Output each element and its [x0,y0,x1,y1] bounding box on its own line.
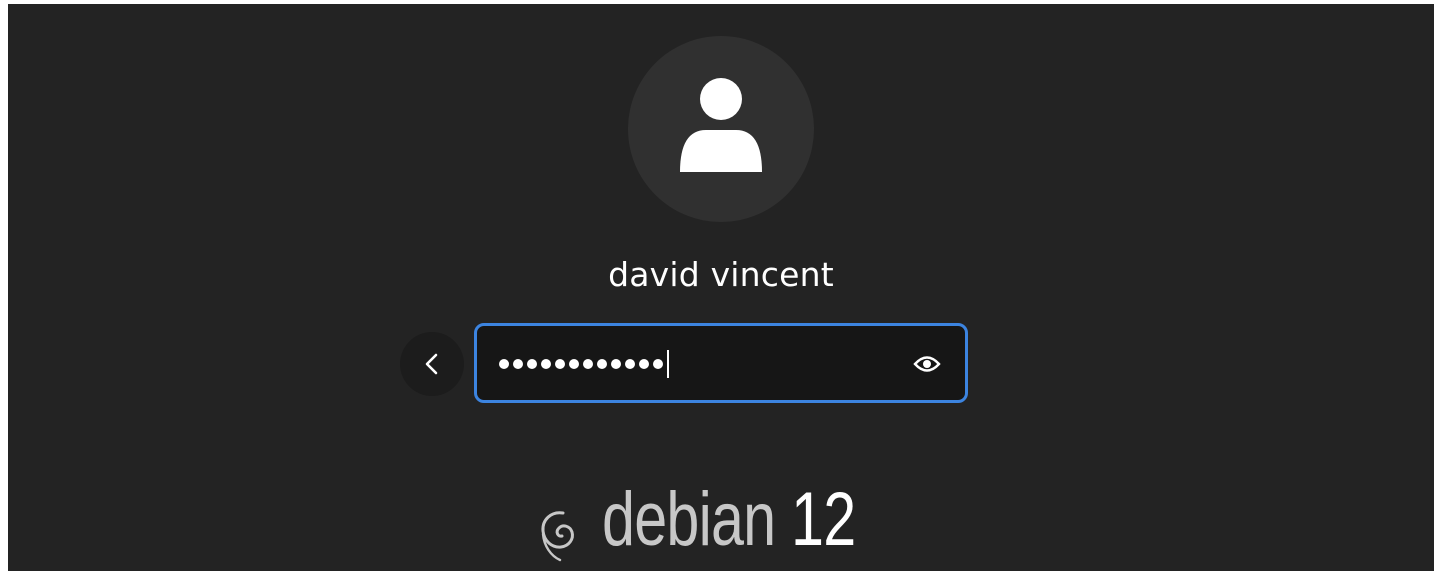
username-label: david vincent [608,255,834,294]
eye-icon[interactable] [913,352,941,376]
user-silhouette-icon [680,78,762,172]
password-dot [583,359,593,369]
password-dot [513,359,523,369]
text-caret [667,350,669,378]
debian-wordmark: debian 12 [602,482,856,558]
chevron-left-icon [425,353,438,375]
back-button[interactable] [400,332,464,396]
password-dot [541,359,551,369]
password-dot [499,359,509,369]
debian-logo: debian 12 [536,482,927,571]
login-screen: david vincent debian 12 [8,4,1434,571]
debian-swirl-icon [541,511,574,562]
password-dot [611,359,621,369]
password-dot [569,359,579,369]
password-dot [639,359,649,369]
user-avatar[interactable] [628,36,814,222]
distro-name: debian [602,477,776,562]
password-dot [555,359,565,369]
password-dot [527,359,537,369]
password-dot [653,359,663,369]
password-dot [625,359,635,369]
password-dot [597,359,607,369]
password-masked-text [499,350,669,378]
distro-version: 12 [791,477,856,562]
password-input[interactable] [474,323,968,403]
